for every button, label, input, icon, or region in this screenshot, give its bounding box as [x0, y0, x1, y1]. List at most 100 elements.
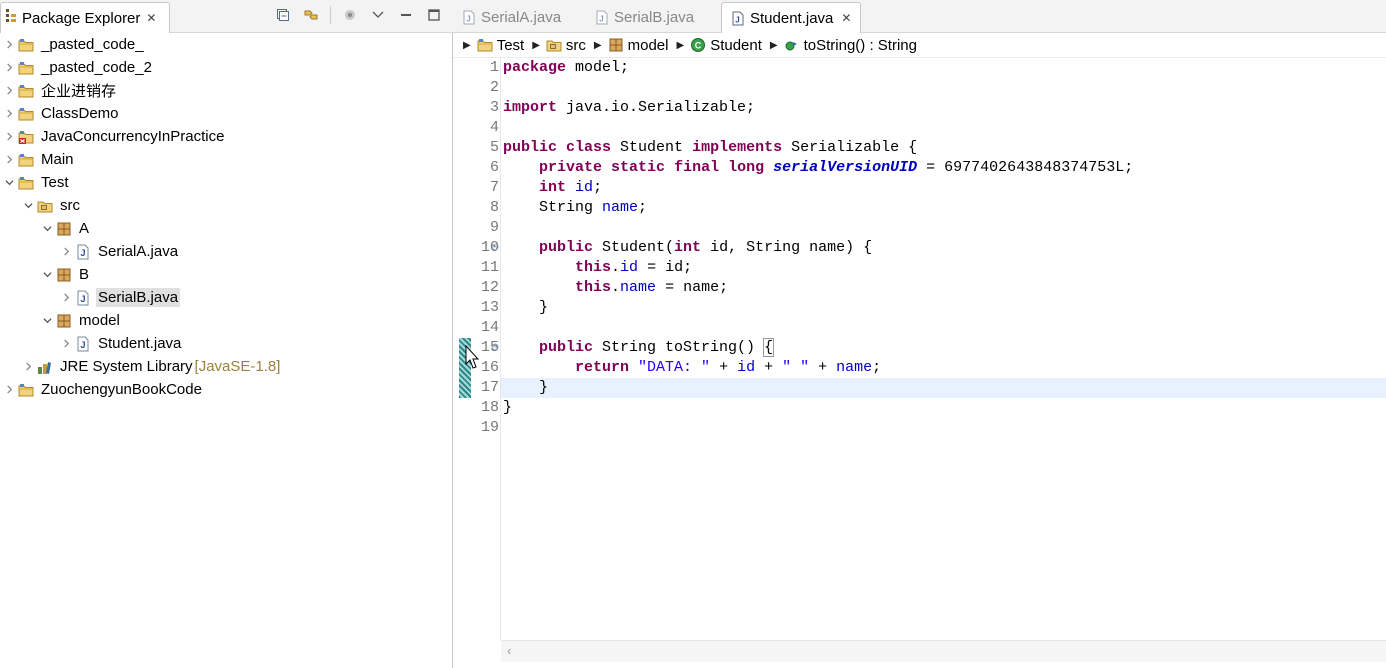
- breadcrumb-item[interactable]: Test: [477, 36, 525, 54]
- maximize-icon[interactable]: [425, 6, 443, 24]
- code-line[interactable]: int id;: [501, 178, 1386, 198]
- tree-item-decoration: [JavaSE-1.8]: [194, 358, 281, 375]
- project-icon: [17, 151, 35, 169]
- tree-item[interactable]: ClassDemo: [1, 102, 121, 125]
- code-line[interactable]: this.name = name;: [501, 278, 1386, 298]
- package-icon: [608, 37, 628, 53]
- tree-item[interactable]: 企业进销存: [1, 79, 118, 102]
- editor-tab[interactable]: J SerialA.java: [453, 2, 586, 33]
- breadcrumb-arrow-icon[interactable]: ▶: [594, 40, 602, 51]
- code-line[interactable]: String name;: [501, 198, 1386, 218]
- tree-item-label: model: [79, 312, 120, 329]
- scroll-left-icon[interactable]: ‹: [507, 643, 511, 658]
- code-token: = name;: [656, 279, 729, 296]
- chevron-right-icon[interactable]: [58, 286, 74, 309]
- chevron-right-icon[interactable]: [58, 332, 74, 355]
- project-icon: [17, 36, 35, 54]
- chevron-right-icon[interactable]: [1, 33, 17, 56]
- tree-item[interactable]: J SerialB.java: [58, 286, 181, 309]
- code-editor[interactable]: 1 2 3 4 5 6 7 8 9 10 ⊖ 11 12 13 14 15 ⊖ 16 17 18 19 package …: [453, 58, 1386, 640]
- code-line[interactable]: }: [501, 398, 1386, 418]
- code-token: ;: [593, 179, 603, 196]
- chevron-right-icon[interactable]: [20, 355, 36, 378]
- editor-tab[interactable]: J SerialB.java: [586, 2, 721, 33]
- tree-item[interactable]: _pasted_code_2: [1, 56, 154, 79]
- tree-item[interactable]: J SerialA.java: [58, 240, 180, 263]
- tree-item[interactable]: B: [39, 263, 91, 286]
- breadcrumb-item[interactable]: C Student: [690, 37, 762, 54]
- line-number: 12: [480, 279, 499, 296]
- chevron-right-icon[interactable]: [1, 79, 17, 102]
- tree-item-label: Student.java: [98, 335, 182, 352]
- view-menu-icon[interactable]: [369, 6, 387, 24]
- chevron-right-icon[interactable]: [1, 125, 17, 148]
- tree-item[interactable]: JRE System Library [JavaSE-1.8]: [20, 355, 280, 378]
- line-number: 5: [489, 139, 499, 156]
- code-line[interactable]: import java.io.Serializable;: [501, 98, 1386, 118]
- code-line[interactable]: [501, 418, 1386, 438]
- chevron-right-icon[interactable]: [1, 148, 17, 171]
- code-line[interactable]: public class Student implements Serializ…: [501, 138, 1386, 158]
- breadcrumb-arrow-icon[interactable]: ▶: [463, 40, 471, 51]
- breadcrumb-item[interactable]: model: [608, 37, 668, 54]
- minimize-icon[interactable]: [397, 6, 415, 24]
- code-line[interactable]: [501, 218, 1386, 238]
- code-line[interactable]: }: [501, 298, 1386, 318]
- link-with-editor-icon[interactable]: [302, 6, 320, 24]
- tree-item[interactable]: J Student.java: [58, 332, 183, 355]
- tree-item[interactable]: ZuochengyunBookCode: [1, 378, 204, 401]
- code-line[interactable]: return "DATA: " + id + " " + name;: [501, 358, 1386, 378]
- focus-task-icon[interactable]: [341, 6, 359, 24]
- code-line[interactable]: private static final long serialVersionU…: [501, 158, 1386, 178]
- editor-tab[interactable]: J Student.java ✕: [721, 2, 861, 33]
- code-line[interactable]: public String toString() {: [501, 338, 1386, 358]
- code-line[interactable]: package model;: [501, 58, 1386, 78]
- breadcrumb-arrow-icon[interactable]: ▶: [770, 40, 778, 51]
- chevron-down-icon[interactable]: [1, 171, 17, 194]
- tree-item[interactable]: Main: [1, 148, 76, 171]
- fold-toggle-icon[interactable]: ⊖: [491, 338, 501, 358]
- breadcrumb-label: Test: [496, 36, 525, 54]
- code-line[interactable]: [501, 318, 1386, 338]
- chevron-right-icon[interactable]: [1, 102, 17, 125]
- tree-item[interactable]: model: [39, 309, 122, 332]
- chevron-right-icon[interactable]: [1, 56, 17, 79]
- chevron-down-icon[interactable]: [20, 194, 36, 217]
- breadcrumb-label: toString() : String: [803, 36, 917, 54]
- breadcrumb-item[interactable]: toString() : String: [784, 37, 917, 54]
- tree-item-label: A: [79, 220, 90, 237]
- line-number: 18: [480, 399, 499, 416]
- chevron-down-icon[interactable]: [39, 309, 55, 332]
- tree-item[interactable]: A: [39, 217, 91, 240]
- package-explorer-icon: [5, 8, 17, 28]
- collapse-all-icon[interactable]: [274, 6, 292, 24]
- code-line[interactable]: }: [501, 378, 1386, 398]
- code-line[interactable]: [501, 78, 1386, 98]
- chevron-right-icon[interactable]: [58, 240, 74, 263]
- chevron-down-icon[interactable]: [39, 217, 55, 240]
- close-icon[interactable]: ✕: [146, 11, 156, 25]
- close-icon[interactable]: ✕: [841, 11, 851, 25]
- project-icon: [477, 37, 497, 53]
- code-line[interactable]: this.id = id;: [501, 258, 1386, 278]
- tree-item[interactable]: Test: [1, 171, 71, 194]
- code-line[interactable]: public Student(int id, String name) {: [501, 238, 1386, 258]
- tree-item[interactable]: src: [20, 194, 82, 217]
- tree-item[interactable]: _pasted_code_: [1, 33, 146, 56]
- chevron-right-icon[interactable]: [1, 378, 17, 401]
- breadcrumb-arrow-icon[interactable]: ▶: [532, 40, 540, 51]
- package-icon: [55, 266, 73, 284]
- breadcrumb-arrow-icon[interactable]: ▶: [676, 40, 684, 51]
- horizontal-scrollbar[interactable]: ‹: [501, 640, 1386, 662]
- fold-toggle-icon[interactable]: ⊖: [491, 238, 501, 258]
- package-explorer-tab[interactable]: Package Explorer ✕: [0, 2, 170, 33]
- tree-item-label: JavaConcurrencyInPractice: [41, 128, 225, 145]
- code-line[interactable]: [501, 118, 1386, 138]
- breadcrumb-item[interactable]: src: [546, 37, 586, 54]
- tree-item[interactable]: JavaConcurrencyInPractice: [1, 125, 226, 148]
- chevron-down-icon[interactable]: [39, 263, 55, 286]
- java-file-icon: J: [732, 11, 750, 26]
